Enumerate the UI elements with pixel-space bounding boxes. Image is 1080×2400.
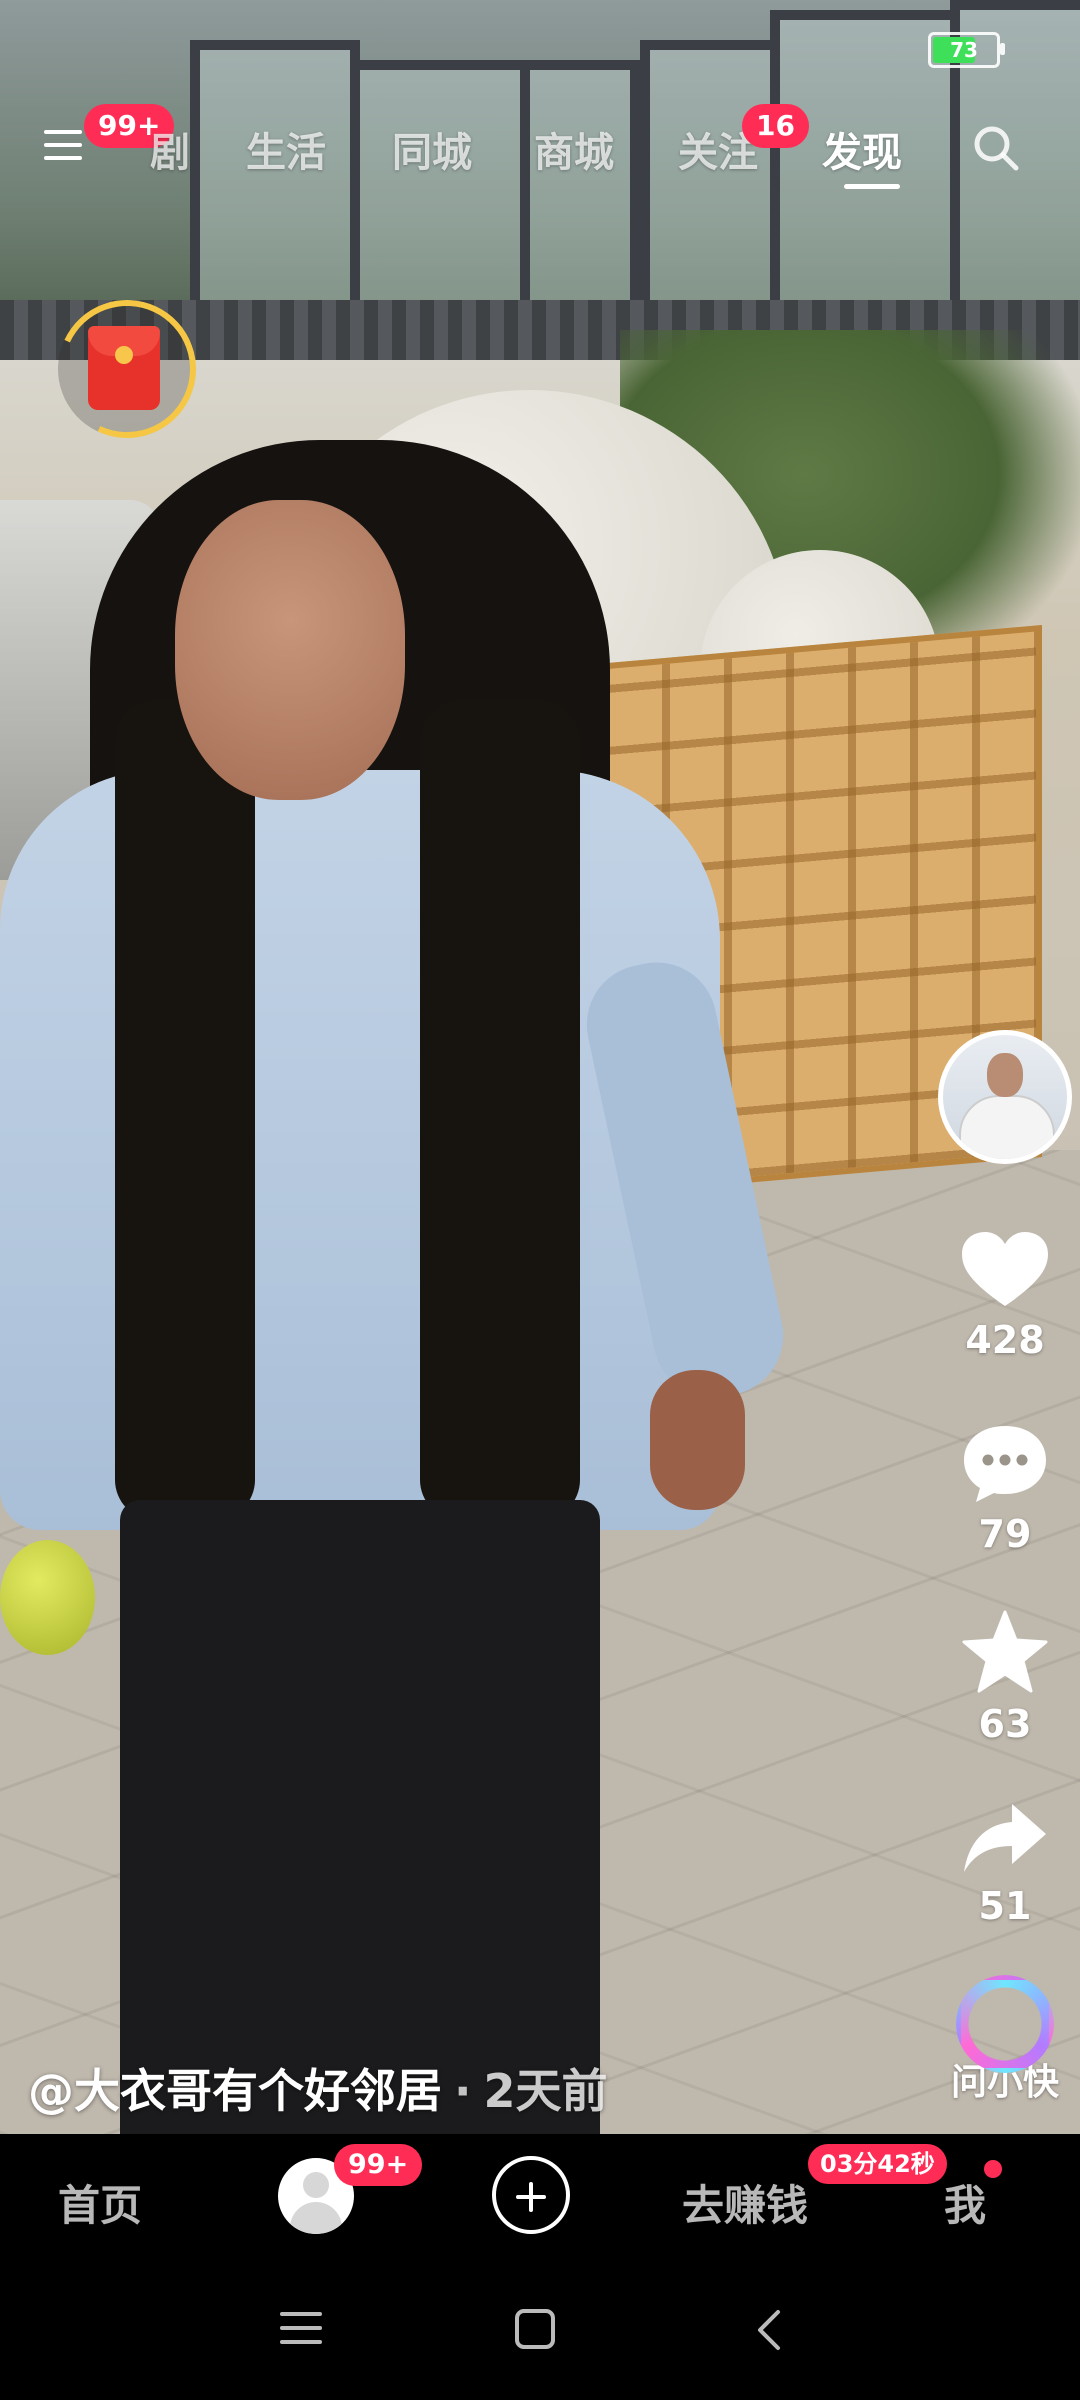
comment-button[interactable]: 79 [930,1422,1080,1556]
create-post-button[interactable] [492,2156,570,2234]
red-packet-reward-button[interactable] [38,280,216,458]
tab-local[interactable]: 同城 [392,120,472,178]
tab-discover[interactable]: 发现 [822,120,902,178]
battery-level-text: 73 [950,38,978,62]
tab-mall[interactable]: 商城 [534,120,614,178]
earn-timer-badge: 03分42秒 [808,2144,947,2184]
share-count: 51 [978,1884,1032,1928]
nav-earn[interactable]: 去赚钱 [682,2172,808,2233]
post-time: 2天前 [483,2064,608,2118]
active-tab-indicator [844,184,900,189]
recent-apps-icon[interactable] [278,2308,324,2348]
video-caption: @大衣哥有个好邻居 · 2天前 [28,2055,608,2121]
share-button[interactable]: 51 [930,1800,1080,1928]
follow-notification-badge: 16 [742,104,809,148]
red-packet-icon [88,326,160,410]
ai-assistant-button[interactable]: 问小快 [930,1975,1080,2105]
home-square-icon[interactable] [514,2308,556,2350]
top-tab-bar: 99+ 剧 生活 同城 商城 关注 16 发现 [0,100,1080,200]
caption-separator: · [454,2064,472,2118]
battery-indicator: 73 [928,32,1005,68]
friends-notification-badge: 99+ [334,2144,423,2186]
me-notification-dot [984,2160,1002,2178]
system-navigation-bar [0,2264,1080,2400]
share-arrow-icon [964,1804,1046,1872]
like-count: 428 [965,1318,1045,1362]
tab-life[interactable]: 生活 [246,120,326,178]
search-icon[interactable] [972,124,1020,172]
ai-assistant-icon [956,1975,1054,2073]
star-icon [962,1610,1048,1693]
comment-icon [964,1426,1046,1502]
back-arrow-icon[interactable] [754,2308,784,2352]
favorite-count: 63 [978,1702,1032,1746]
video-subject-person [0,440,795,2134]
action-rail: 428 79 63 51 问小快 [930,1030,1080,2103]
comment-count: 79 [978,1512,1032,1556]
nav-home[interactable]: 首页 [58,2172,142,2233]
tab-drama[interactable]: 剧 [150,120,190,178]
heart-icon [962,1232,1048,1306]
menu-icon[interactable] [44,130,82,160]
nav-me[interactable]: 我 [944,2172,986,2233]
author-name-link[interactable]: @大衣哥有个好邻居 [28,2064,442,2118]
like-button[interactable]: 428 [930,1230,1080,1362]
bottom-nav-bar: 首页 99+ 去赚钱 03分42秒 我 [0,2134,1080,2264]
author-avatar[interactable] [938,1030,1072,1164]
favorite-button[interactable]: 63 [930,1610,1080,1746]
